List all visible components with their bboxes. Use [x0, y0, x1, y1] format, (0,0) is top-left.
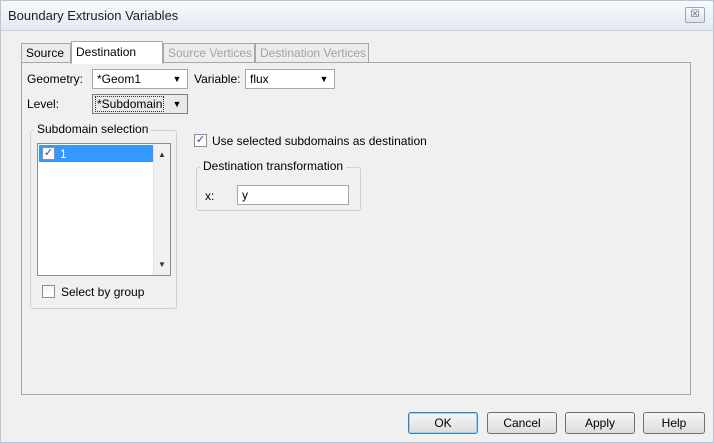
apply-button[interactable]: Apply — [565, 412, 635, 434]
chevron-down-icon: ▼ — [172, 99, 182, 109]
chevron-down-icon: ▼ — [319, 74, 329, 84]
tab-destination[interactable]: Destination — [71, 41, 163, 64]
list-item[interactable]: ✓ 1 — [39, 145, 153, 162]
close-icon[interactable]: ☒ — [685, 7, 705, 23]
geometry-select[interactable]: *Geom1 ▼ — [92, 69, 188, 89]
geometry-label: Geometry: — [27, 72, 84, 86]
scroll-down-icon[interactable]: ▼ — [154, 256, 170, 273]
list-item-label: 1 — [60, 147, 67, 161]
destination-transformation-title: Destination transformation — [200, 159, 347, 173]
help-button[interactable]: Help — [643, 412, 705, 434]
select-by-group-checkbox[interactable] — [42, 285, 55, 298]
subdomain-selection-title: Subdomain selection — [34, 122, 152, 136]
variable-label: Variable: — [194, 72, 241, 86]
chevron-down-icon: ▼ — [172, 74, 182, 84]
variable-value: flux — [250, 72, 269, 86]
level-label: Level: — [27, 97, 60, 111]
scroll-up-icon[interactable]: ▲ — [154, 146, 170, 163]
window-title: Boundary Extrusion Variables — [8, 8, 179, 23]
use-selected-checkbox[interactable]: ✓ — [194, 134, 207, 147]
use-selected-label: Use selected subdomains as destination — [212, 134, 427, 148]
level-value: *Subdomain — [94, 96, 165, 112]
tab-destination-vertices: Destination Vertices — [255, 43, 369, 63]
x-transformation-input[interactable] — [237, 185, 349, 205]
tab-source[interactable]: Source — [21, 43, 71, 63]
level-select[interactable]: *Subdomain ▼ — [92, 94, 188, 114]
vertical-scrollbar[interactable]: ▲ ▼ — [153, 144, 170, 275]
variable-select[interactable]: flux ▼ — [245, 69, 335, 89]
title-bar: Boundary Extrusion Variables ☒ — [1, 1, 713, 31]
boundary-extrusion-dialog: Boundary Extrusion Variables ☒ Source De… — [0, 0, 714, 443]
subdomain-listbox[interactable]: ✓ 1 ▲ ▼ — [37, 143, 171, 276]
ok-button[interactable]: OK — [408, 412, 478, 434]
cancel-button[interactable]: Cancel — [487, 412, 557, 434]
select-by-group-label: Select by group — [61, 285, 145, 299]
x-label: x: — [205, 189, 215, 203]
tab-source-vertices: Source Vertices — [163, 43, 255, 63]
check-icon[interactable]: ✓ — [42, 147, 55, 160]
geometry-value: *Geom1 — [97, 72, 142, 86]
